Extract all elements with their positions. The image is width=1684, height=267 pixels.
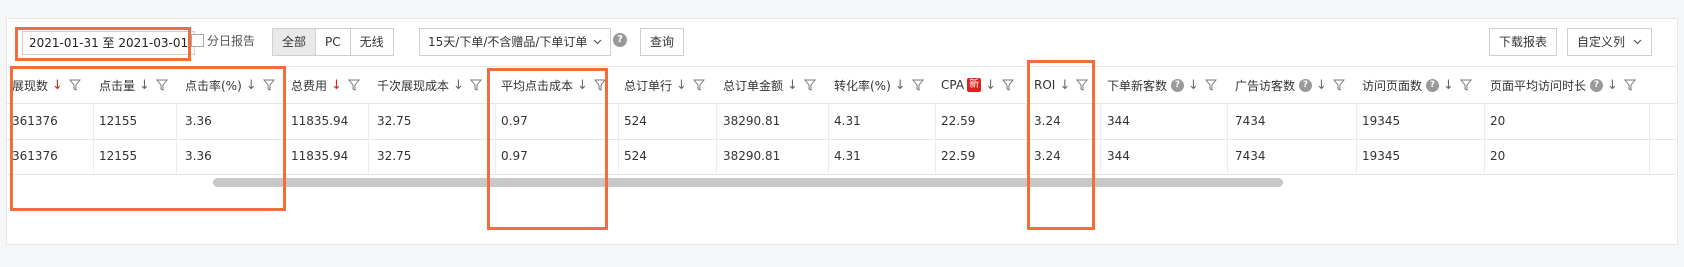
custom-columns-button[interactable]: 自定义列 bbox=[1567, 28, 1653, 56]
table-cell: 22.59 bbox=[941, 114, 976, 128]
segment-pc[interactable]: PC bbox=[316, 29, 351, 55]
column-header-order-lines[interactable]: 总订单行 ↓ bbox=[624, 76, 705, 94]
column-header-cpa[interactable]: CPA 新 ↓ bbox=[941, 76, 1014, 94]
attribution-select[interactable]: 15天/下单/不含赠品/下单订单 bbox=[419, 28, 612, 56]
custom-columns-label: 自定义列 bbox=[1577, 35, 1626, 49]
column-label: 下单新客数 bbox=[1107, 78, 1168, 93]
column-label: 页面平均访问时长 bbox=[1490, 78, 1587, 93]
column-header-avg-visit-duration[interactable]: 页面平均访问时长 ? ↓ bbox=[1490, 76, 1636, 94]
attribution-select-value: 15天/下单/不含赠品/下单订单 bbox=[428, 35, 588, 49]
arrow-down-icon[interactable]: ↓ bbox=[453, 78, 464, 93]
arrow-down-icon[interactable]: ↓ bbox=[1607, 78, 1618, 93]
query-button[interactable]: 查询 bbox=[640, 28, 685, 56]
table-cell: 7434 bbox=[1235, 114, 1266, 128]
arrow-down-icon[interactable]: ↓ bbox=[787, 78, 798, 93]
question-circle-icon[interactable]: ? bbox=[1171, 78, 1185, 92]
column-divider bbox=[716, 103, 717, 174]
table-cell: 344 bbox=[1107, 114, 1130, 128]
column-header-order-amount[interactable]: 总订单金额 ↓ bbox=[723, 76, 816, 94]
annotation-box-cpc bbox=[487, 68, 608, 230]
table-cell: 524 bbox=[624, 114, 647, 128]
new-badge: 新 bbox=[967, 78, 982, 92]
horizontal-scrollbar[interactable] bbox=[213, 178, 1283, 187]
table-cell: 4.31 bbox=[834, 149, 861, 163]
question-circle-icon[interactable]: ? bbox=[1590, 78, 1604, 92]
daily-report-checkbox[interactable]: 分日报告 bbox=[191, 33, 255, 49]
column-divider bbox=[1356, 103, 1357, 174]
column-label: CPA bbox=[941, 78, 965, 92]
funnel-icon[interactable] bbox=[1623, 79, 1636, 91]
column-header-page-views[interactable]: 访问页面数 ? ↓ bbox=[1362, 76, 1472, 94]
column-label: 广告访客数 bbox=[1235, 78, 1296, 93]
arrow-down-icon[interactable]: ↓ bbox=[985, 78, 996, 93]
arrow-down-icon[interactable]: ↓ bbox=[676, 78, 687, 93]
table-cell: 4.31 bbox=[834, 114, 861, 128]
segment-mobile[interactable]: 无线 bbox=[350, 29, 393, 55]
table-cell: 20 bbox=[1490, 114, 1506, 128]
funnel-icon[interactable] bbox=[911, 79, 924, 91]
table-cell: 11835.94 bbox=[291, 114, 349, 128]
funnel-icon[interactable] bbox=[1332, 79, 1345, 91]
question-circle-icon[interactable]: ? bbox=[1299, 78, 1313, 92]
checkbox-icon[interactable] bbox=[191, 34, 204, 47]
annotation-box-date bbox=[15, 27, 191, 61]
table-cell: 22.59 bbox=[941, 149, 976, 163]
column-divider bbox=[828, 103, 829, 174]
table-cell: 7434 bbox=[1235, 149, 1266, 163]
column-label: 总订单金额 bbox=[723, 78, 784, 93]
column-divider bbox=[1227, 103, 1228, 174]
segment-all[interactable]: 全部 bbox=[273, 29, 317, 55]
arrow-down-icon[interactable]: ↓ bbox=[895, 78, 906, 93]
funnel-icon[interactable] bbox=[347, 79, 360, 91]
table-cell: 32.75 bbox=[377, 114, 412, 128]
chevron-down-icon bbox=[593, 39, 602, 45]
column-divider bbox=[1649, 103, 1650, 174]
table-cell: 38290.81 bbox=[723, 114, 781, 128]
column-label: 千次展现成本 bbox=[377, 78, 450, 93]
column-header-new-customers[interactable]: 下单新客数 ? ↓ bbox=[1107, 76, 1217, 94]
funnel-icon[interactable] bbox=[1204, 79, 1217, 91]
daily-report-label: 分日报告 bbox=[207, 34, 256, 48]
column-label: 总订单行 bbox=[624, 78, 673, 93]
column-label: 访问页面数 bbox=[1362, 78, 1423, 93]
funnel-icon[interactable] bbox=[803, 79, 816, 91]
column-header-cpm[interactable]: 千次展现成本 ↓ bbox=[377, 76, 482, 94]
annotation-box-roi bbox=[1027, 60, 1095, 230]
column-divider bbox=[935, 103, 936, 174]
table-cell: 11835.94 bbox=[291, 149, 349, 163]
table-cell: 20 bbox=[1490, 149, 1506, 163]
table-cell: 19345 bbox=[1362, 149, 1401, 163]
arrow-down-icon[interactable]: ↓ bbox=[331, 78, 342, 93]
question-circle-icon[interactable]: ? bbox=[613, 33, 627, 47]
arrow-down-icon[interactable]: ↓ bbox=[1316, 78, 1327, 93]
table-cell: 38290.81 bbox=[723, 149, 781, 163]
table-cell: 32.75 bbox=[377, 149, 412, 163]
table-cell: 524 bbox=[624, 149, 647, 163]
arrow-down-icon[interactable]: ↓ bbox=[1188, 78, 1199, 93]
funnel-icon[interactable] bbox=[1001, 79, 1014, 91]
column-divider bbox=[618, 103, 619, 174]
device-segment: 全部 PC 无线 bbox=[272, 28, 394, 56]
table-cell: 19345 bbox=[1362, 114, 1401, 128]
column-header-total-cost[interactable]: 总费用 ↓ bbox=[291, 76, 360, 94]
funnel-icon[interactable] bbox=[469, 79, 482, 91]
column-divider bbox=[368, 103, 369, 174]
table-cell: 344 bbox=[1107, 149, 1130, 163]
column-divider bbox=[1100, 103, 1101, 174]
column-label: 总费用 bbox=[291, 78, 328, 93]
column-divider bbox=[1484, 103, 1485, 174]
annotation-box-clicks bbox=[10, 66, 286, 211]
download-report-button[interactable]: 下载报表 bbox=[1489, 28, 1558, 56]
column-label: 转化率(%) bbox=[834, 78, 891, 93]
funnel-icon[interactable] bbox=[692, 79, 705, 91]
column-header-conversion-rate[interactable]: 转化率(%) ↓ bbox=[834, 76, 924, 94]
funnel-icon[interactable] bbox=[1459, 79, 1472, 91]
arrow-down-icon[interactable]: ↓ bbox=[1443, 78, 1454, 93]
question-circle-icon[interactable]: ? bbox=[1426, 78, 1440, 92]
chevron-down-icon bbox=[1633, 39, 1642, 45]
column-header-ad-visitors[interactable]: 广告访客数 ? ↓ bbox=[1235, 76, 1345, 94]
